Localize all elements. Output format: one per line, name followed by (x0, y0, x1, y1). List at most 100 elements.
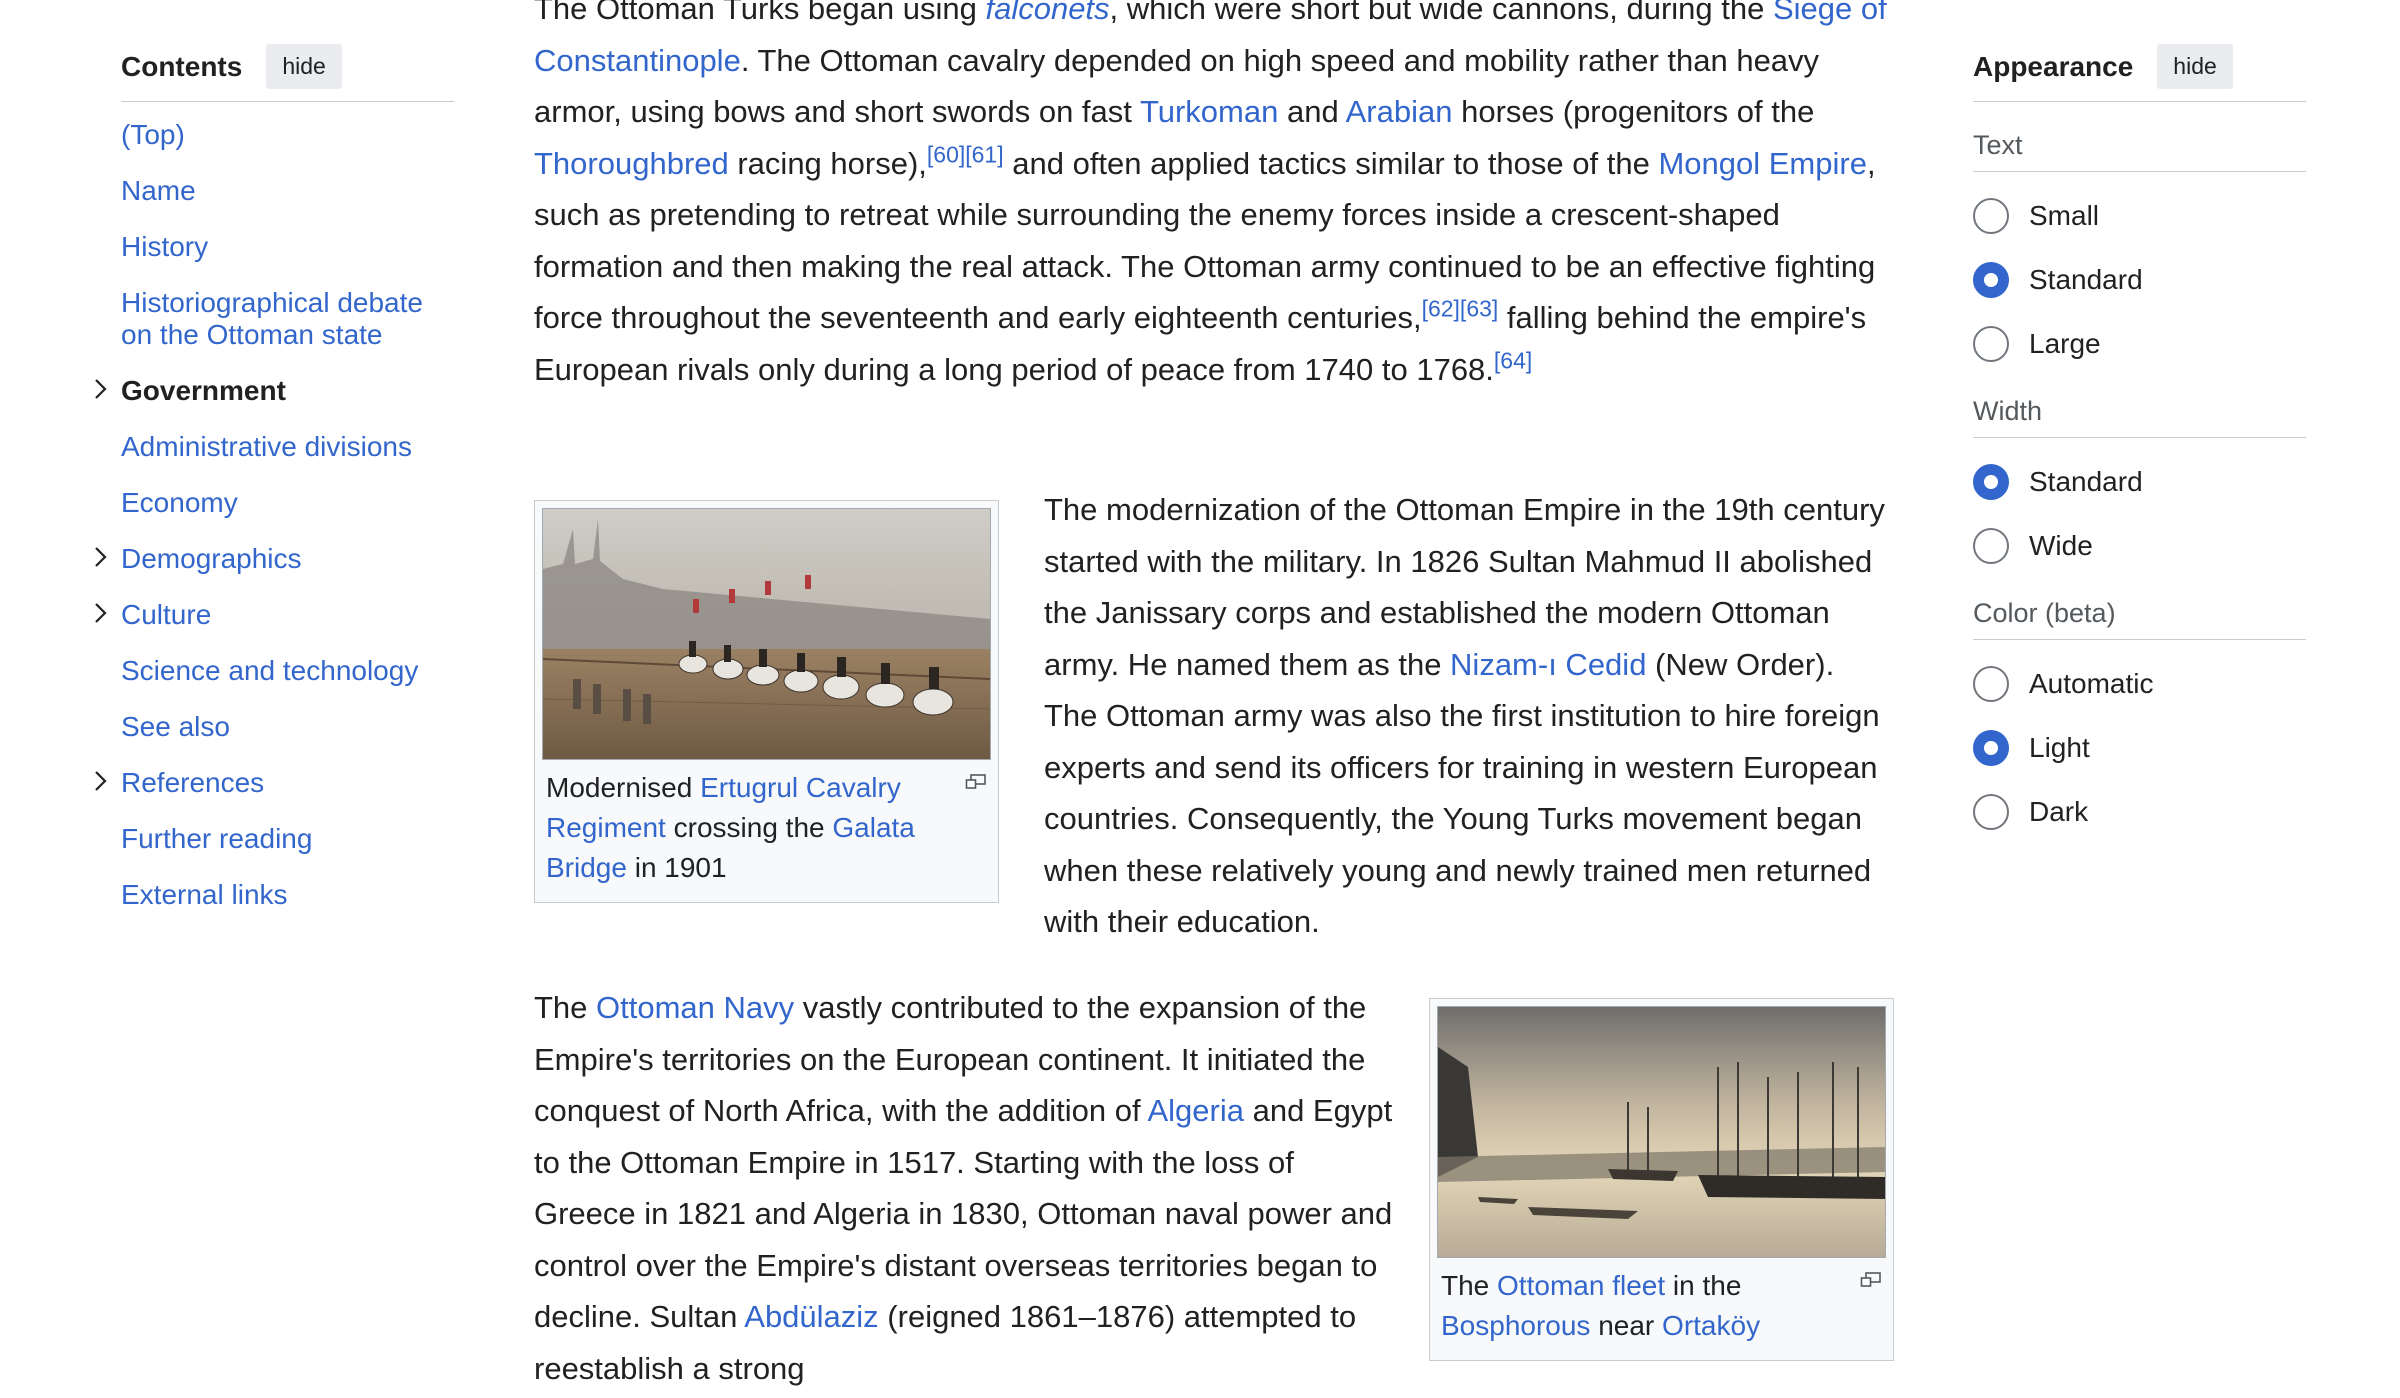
paragraph-cavalry: The Ottoman Turks began using falconets,… (534, 0, 1894, 395)
text: in 1901 (626, 852, 727, 883)
citation-60-61[interactable]: [60][61] (927, 141, 1004, 167)
radio-color-automatic[interactable]: Automatic (1973, 662, 2306, 706)
toc-hide-button[interactable]: hide (266, 44, 342, 89)
radio-button[interactable] (1973, 528, 2009, 564)
link-arabian[interactable]: Arabian (1346, 94, 1453, 129)
radio-button[interactable] (1973, 326, 2009, 362)
appearance-panel: Appearance hide Text Small Standard Larg… (1973, 44, 2306, 834)
toc-item-label[interactable]: Culture (121, 599, 211, 630)
toc-header: Contents hide (121, 44, 454, 102)
text: , which were short but wide cannons, dur… (1109, 0, 1773, 26)
toc-item-label[interactable]: Administrative divisions (121, 431, 412, 462)
toc-item-label[interactable]: (Top) (121, 119, 185, 150)
figure-caption: Modernised Ertugrul Cavalry Regiment cro… (542, 768, 991, 888)
toc-item-label[interactable]: Name (121, 175, 196, 206)
toc-item-label[interactable]: See also (121, 711, 230, 742)
toc-item-label[interactable]: History (121, 231, 208, 262)
link-falconets[interactable]: falconets (985, 0, 1109, 26)
toc-item-name[interactable]: Name (121, 175, 454, 207)
figure-caption: The Ottoman fleet in the Bosphorous near… (1437, 1266, 1886, 1346)
toc-item-label[interactable]: Historiographical debate on the Ottoman … (121, 287, 423, 350)
radio-color-dark[interactable]: Dark (1973, 790, 2306, 834)
toc-item-science-and-technology[interactable]: Science and technology (121, 655, 454, 687)
chevron-right-icon[interactable] (88, 545, 112, 569)
link-abdulaziz[interactable]: Abdülaziz (744, 1299, 878, 1334)
appearance-header: Appearance hide (1973, 44, 2306, 102)
toc-item-label[interactable]: Science and technology (121, 655, 418, 686)
radio-button[interactable] (1973, 262, 2009, 298)
toc-item-label[interactable]: Demographics (121, 543, 302, 574)
toc-item-references[interactable]: References (95, 767, 454, 799)
chevron-right-icon[interactable] (88, 601, 112, 625)
radio-text-large[interactable]: Large (1973, 322, 2306, 366)
text: and Egypt to the Ottoman Empire in 1517.… (534, 1093, 1393, 1334)
toc-item-label[interactable]: References (121, 767, 264, 798)
link-algeria[interactable]: Algeria (1147, 1093, 1244, 1128)
figure-ottoman-fleet: The Ottoman fleet in the Bosphorous near… (1429, 998, 1894, 1361)
link-turkoman[interactable]: Turkoman (1140, 94, 1278, 129)
radio-button[interactable] (1973, 198, 2009, 234)
radio-label: Wide (2029, 530, 2093, 561)
toc-item-further-reading[interactable]: Further reading (121, 823, 454, 855)
link-ortakoy[interactable]: Ortaköy (1662, 1310, 1760, 1341)
link-ottoman-fleet[interactable]: Ottoman fleet (1497, 1270, 1665, 1301)
text: horses (progenitors of the (1452, 94, 1815, 129)
link-ottoman-navy[interactable]: Ottoman Navy (596, 990, 794, 1025)
link-mongol-empire[interactable]: Mongol Empire (1658, 146, 1866, 181)
toc-item-administrative-divisions[interactable]: Administrative divisions (121, 431, 454, 463)
toc-item-label[interactable]: External links (121, 879, 288, 910)
radio-label: Light (2029, 732, 2090, 763)
radio-label: Small (2029, 200, 2100, 231)
paragraph-navy: The Ottoman Navy vastly contributed to t… (534, 982, 1394, 1394)
radio-width-wide[interactable]: Wide (1973, 524, 2306, 568)
toc-item-label[interactable]: Economy (121, 487, 238, 518)
link-thoroughbred[interactable]: Thoroughbred (534, 146, 729, 181)
toc-item-economy[interactable]: Economy (121, 487, 454, 519)
radio-text-small[interactable]: Small (1973, 194, 2306, 238)
radio-width-standard[interactable]: Standard (1973, 460, 2306, 504)
toc-item-top[interactable]: (Top) (121, 119, 454, 151)
enlarge-icon[interactable] (1860, 1272, 1882, 1288)
radio-label: Dark (2029, 796, 2089, 827)
appearance-title: Appearance (1973, 50, 2134, 82)
radio-color-light[interactable]: Light (1973, 726, 2306, 770)
cavalry-painting-image[interactable] (542, 508, 991, 760)
chevron-right-icon[interactable] (88, 769, 112, 793)
radio-label: Standard (2029, 466, 2143, 497)
text: racing horse), (728, 145, 927, 181)
toc-item-external-links[interactable]: External links (121, 879, 454, 911)
table-of-contents: Contents hide (Top) Name History Histori… (95, 44, 454, 935)
toc-item-historiographical-debate[interactable]: Historiographical debate on the Ottoman … (121, 287, 441, 351)
figure-cavalry-regiment: Modernised Ertugrul Cavalry Regiment cro… (534, 500, 999, 903)
toc-item-culture[interactable]: Culture (95, 599, 454, 631)
radio-button[interactable] (1973, 730, 2009, 766)
radio-button[interactable] (1973, 464, 2009, 500)
radio-label: Automatic (2029, 668, 2154, 699)
toc-item-label[interactable]: Further reading (121, 823, 312, 854)
text-size-label: Text (1973, 130, 2306, 172)
radio-button[interactable] (1973, 794, 2009, 830)
radio-text-standard[interactable]: Standard (1973, 258, 2306, 302)
toc-item-label[interactable]: Government (121, 375, 286, 406)
toc-item-see-also[interactable]: See also (121, 711, 454, 743)
text: near (1590, 1310, 1663, 1341)
paragraph-modernization: The modernization of the Ottoman Empire … (1044, 484, 1894, 948)
chevron-right-icon[interactable] (88, 377, 112, 401)
enlarge-icon[interactable] (965, 774, 987, 790)
radio-button[interactable] (1973, 666, 2009, 702)
text: and often applied tactics similar to tho… (1003, 145, 1659, 181)
fleet-painting-image[interactable] (1437, 1006, 1886, 1258)
link-nizam-i-cedid[interactable]: Nizam-ı Cedid (1450, 647, 1646, 682)
toc-item-history[interactable]: History (121, 231, 454, 263)
width-label: Width (1973, 396, 2306, 438)
color-label: Color (beta) (1973, 598, 2306, 640)
link-bosphorous[interactable]: Bosphorous (1441, 1310, 1590, 1341)
text: (New Order). The Ottoman army was also t… (1044, 646, 1880, 940)
text: The Ottoman Turks began using (534, 0, 986, 26)
text: crossing the (665, 812, 833, 843)
citation-64[interactable]: [64] (1494, 347, 1532, 373)
toc-item-government[interactable]: Government (95, 375, 454, 407)
citation-62-63[interactable]: [62][63] (1422, 296, 1499, 322)
appearance-hide-button[interactable]: hide (2157, 44, 2233, 89)
toc-item-demographics[interactable]: Demographics (95, 543, 454, 575)
